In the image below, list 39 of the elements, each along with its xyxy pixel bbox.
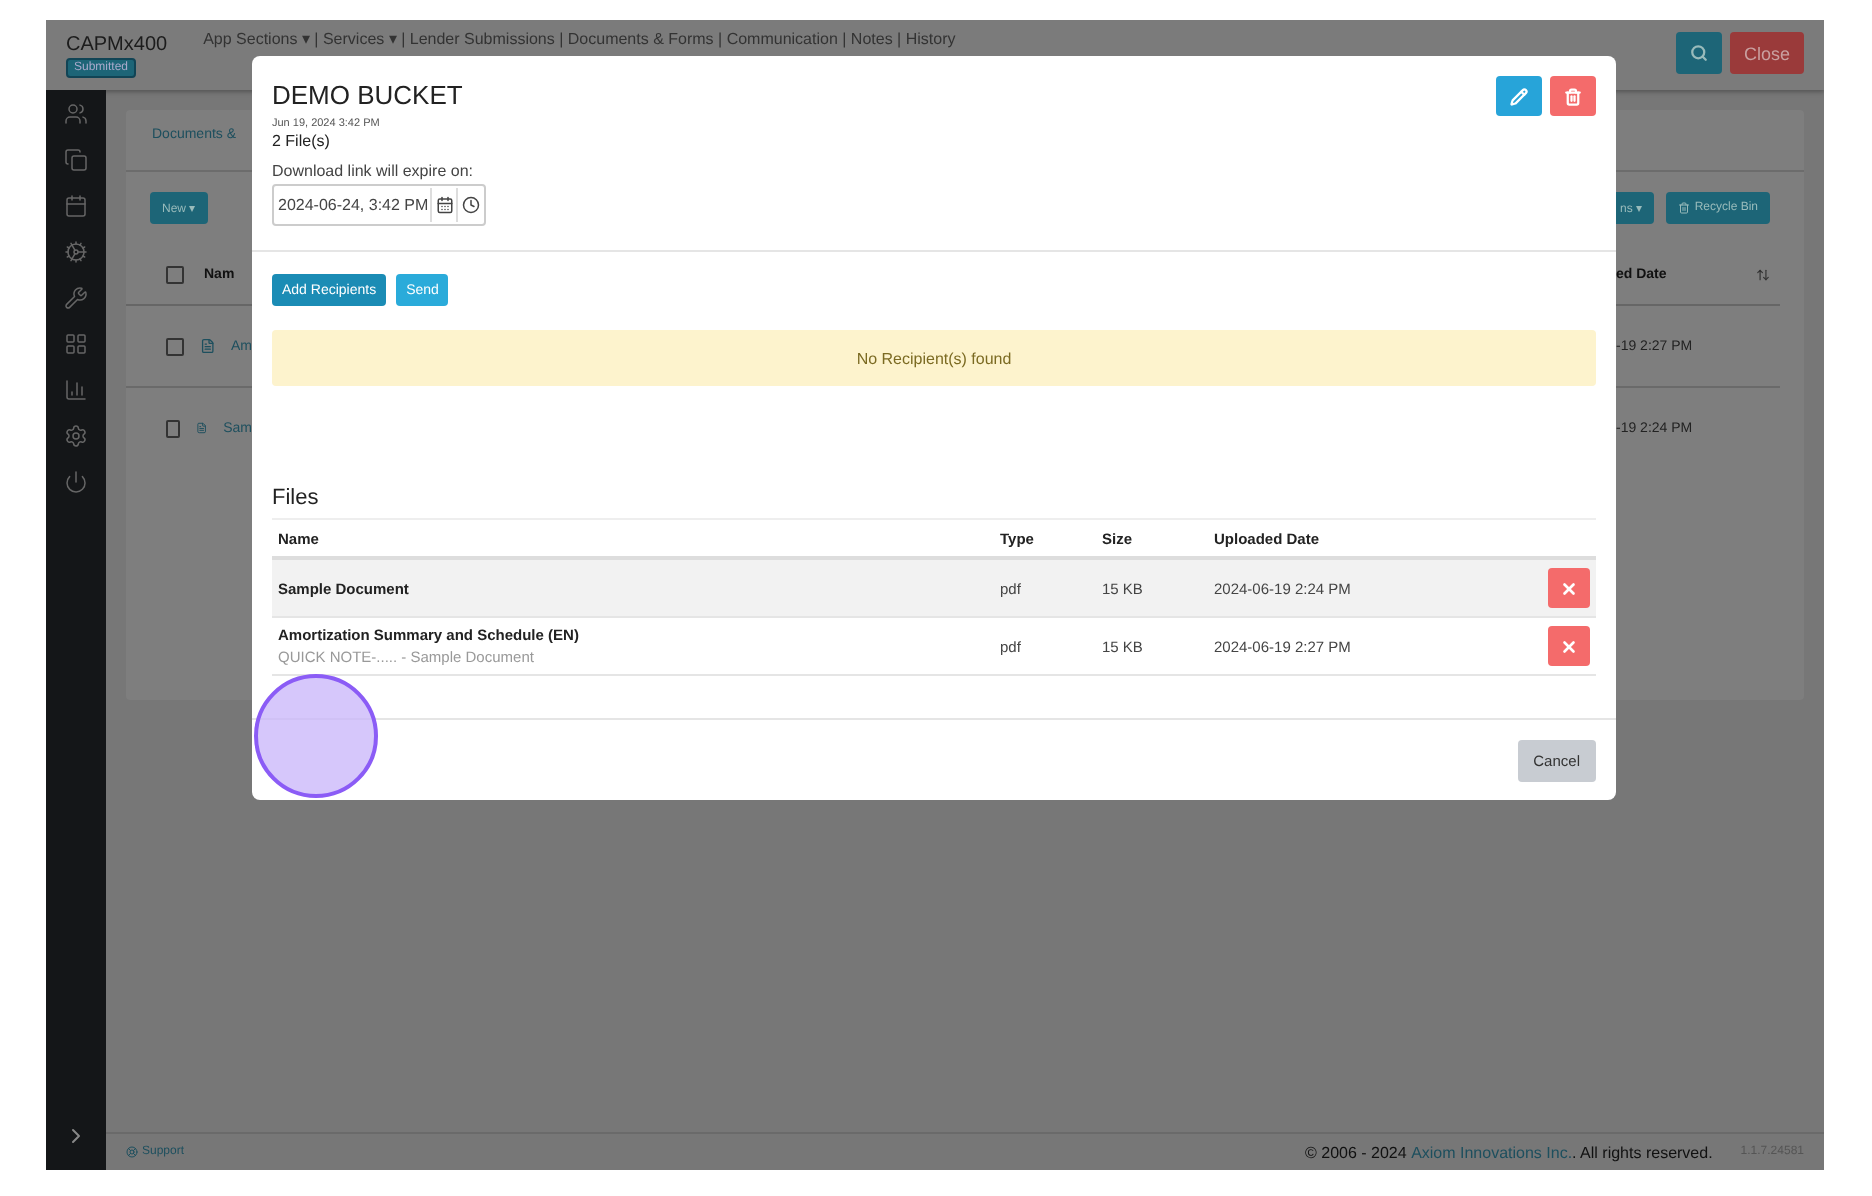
- rights-text: . All rights reserved.: [1572, 1143, 1713, 1161]
- close-icon: [1560, 579, 1578, 597]
- empty-alert: No Recipient(s) found: [272, 330, 1596, 386]
- file-icon: [195, 420, 208, 436]
- gears-icon[interactable]: [64, 240, 88, 264]
- users-icon[interactable]: [64, 102, 88, 126]
- modal-title: DEMO BUCKET: [272, 80, 463, 110]
- files-heading: Files: [272, 486, 321, 510]
- company-link[interactable]: Axiom Innovations Inc.: [1411, 1143, 1573, 1161]
- lifebuoy-icon: [126, 1146, 138, 1158]
- checkbox[interactable]: [166, 265, 184, 283]
- expiry-label: Download link will expire on:: [272, 162, 473, 180]
- edit-button[interactable]: [1496, 76, 1542, 116]
- copyright-text: © 2006 - 2024: [1305, 1143, 1409, 1161]
- remove-button[interactable]: [1548, 626, 1590, 666]
- copy-icon[interactable]: [64, 148, 88, 172]
- settings-icon[interactable]: [64, 424, 88, 448]
- bar-chart-icon[interactable]: [64, 378, 88, 402]
- delete-button[interactable]: [1550, 76, 1596, 116]
- expiry-date-field[interactable]: 2024-06-24, 3:42 PM: [272, 184, 486, 226]
- power-icon[interactable]: [64, 470, 88, 494]
- checkbox[interactable]: [166, 337, 184, 355]
- pencil-icon: [1510, 87, 1528, 105]
- clock-icon[interactable]: [456, 188, 482, 222]
- checkbox[interactable]: [166, 419, 180, 437]
- remove-button[interactable]: [1548, 568, 1590, 608]
- close-button[interactable]: Close: [1729, 32, 1804, 74]
- grid-icon[interactable]: [64, 332, 88, 356]
- trash-icon: [1564, 87, 1582, 105]
- search-icon: [1689, 44, 1708, 62]
- search-button[interactable]: [1675, 32, 1722, 74]
- brand-name: CAPMx400: [66, 36, 168, 56]
- nav-menu[interactable]: App Sections ▾ | Services ▾ | Lender Submissions | Documents & Forms | Communication | Notes | History: [203, 30, 956, 48]
- sort-icon[interactable]: [1756, 267, 1770, 281]
- file-icon: [199, 338, 215, 354]
- wrench-icon[interactable]: [64, 286, 88, 310]
- file-count: 2 File(s): [272, 132, 330, 150]
- trash-icon: [1678, 202, 1691, 214]
- close-icon: [1560, 637, 1578, 655]
